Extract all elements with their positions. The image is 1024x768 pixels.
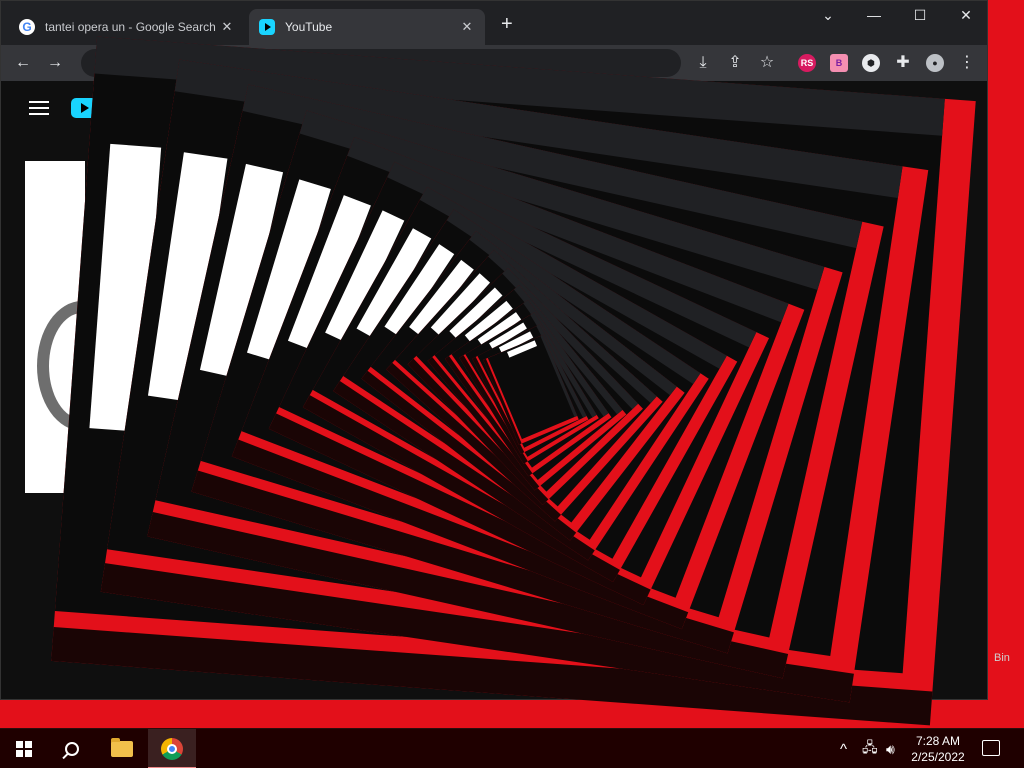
extension-rs-icon[interactable]: RS (798, 54, 816, 72)
google-icon: G (19, 19, 35, 35)
extensions-puzzle-icon[interactable]: ✚ (891, 51, 915, 75)
extension-hex-icon[interactable]: ⬢ (862, 54, 880, 72)
file-explorer-button[interactable] (98, 729, 146, 768)
back-button[interactable]: ← (11, 51, 35, 75)
clock-date: 2/25/2022 (911, 750, 965, 764)
minimize-button[interactable]: — (851, 7, 897, 23)
chrome-taskbar-button[interactable] (148, 729, 196, 768)
tab-title: YouTube (285, 20, 333, 34)
desktop-red-band (988, 0, 1024, 728)
share-icon[interactable]: ⇪ (723, 51, 747, 75)
new-tab-button[interactable]: + (501, 13, 513, 36)
maximize-button[interactable]: ☐ (897, 7, 943, 24)
recycle-bin-label[interactable]: Bin (994, 652, 1010, 664)
install-icon[interactable]: ⤓ (691, 51, 715, 75)
browser-menu-icon[interactable]: ⋮ (955, 51, 979, 75)
search-button[interactable] (48, 729, 96, 768)
search-icon (65, 742, 79, 756)
system-clock[interactable]: 7:28 AM 2/25/2022 (903, 733, 973, 765)
youtube-icon (259, 19, 275, 35)
volume-icon[interactable]: 🔊︎ (886, 729, 895, 768)
desktop: Bin G tantei opera un - Google Search ✕ … (0, 0, 1024, 728)
start-button[interactable] (0, 729, 48, 768)
tab-title: tantei opera un - Google Search (45, 20, 216, 34)
show-hidden-icons-button[interactable]: ^ (840, 729, 847, 768)
bookmark-star-icon[interactable]: ☆ (755, 51, 779, 75)
chrome-icon (161, 738, 183, 760)
close-window-button[interactable]: ✕ (943, 7, 987, 24)
clock-time: 7:28 AM (915, 734, 961, 748)
taskbar: ^ 🖧 🔊︎ 7:28 AM 2/25/2022 (0, 728, 1024, 768)
windows-start-icon (16, 741, 32, 757)
profile-avatar-icon[interactable]: ● (926, 54, 944, 72)
close-tab-icon[interactable]: ✕ (219, 19, 235, 35)
tab-search-button[interactable]: ⌄ (805, 7, 851, 24)
tab-youtube[interactable]: YouTube ✕ (249, 9, 485, 45)
forward-button[interactable]: → (43, 51, 67, 75)
extension-b-icon[interactable]: B (830, 54, 848, 72)
network-icon[interactable]: 🖧 (862, 729, 878, 768)
file-explorer-icon (111, 738, 133, 757)
close-tab-icon[interactable]: ✕ (459, 19, 475, 35)
hamburger-menu-icon[interactable] (29, 101, 49, 115)
notifications-icon[interactable] (982, 740, 1000, 756)
tab-strip: G tantei opera un - Google Search ✕ YouT… (1, 1, 987, 45)
